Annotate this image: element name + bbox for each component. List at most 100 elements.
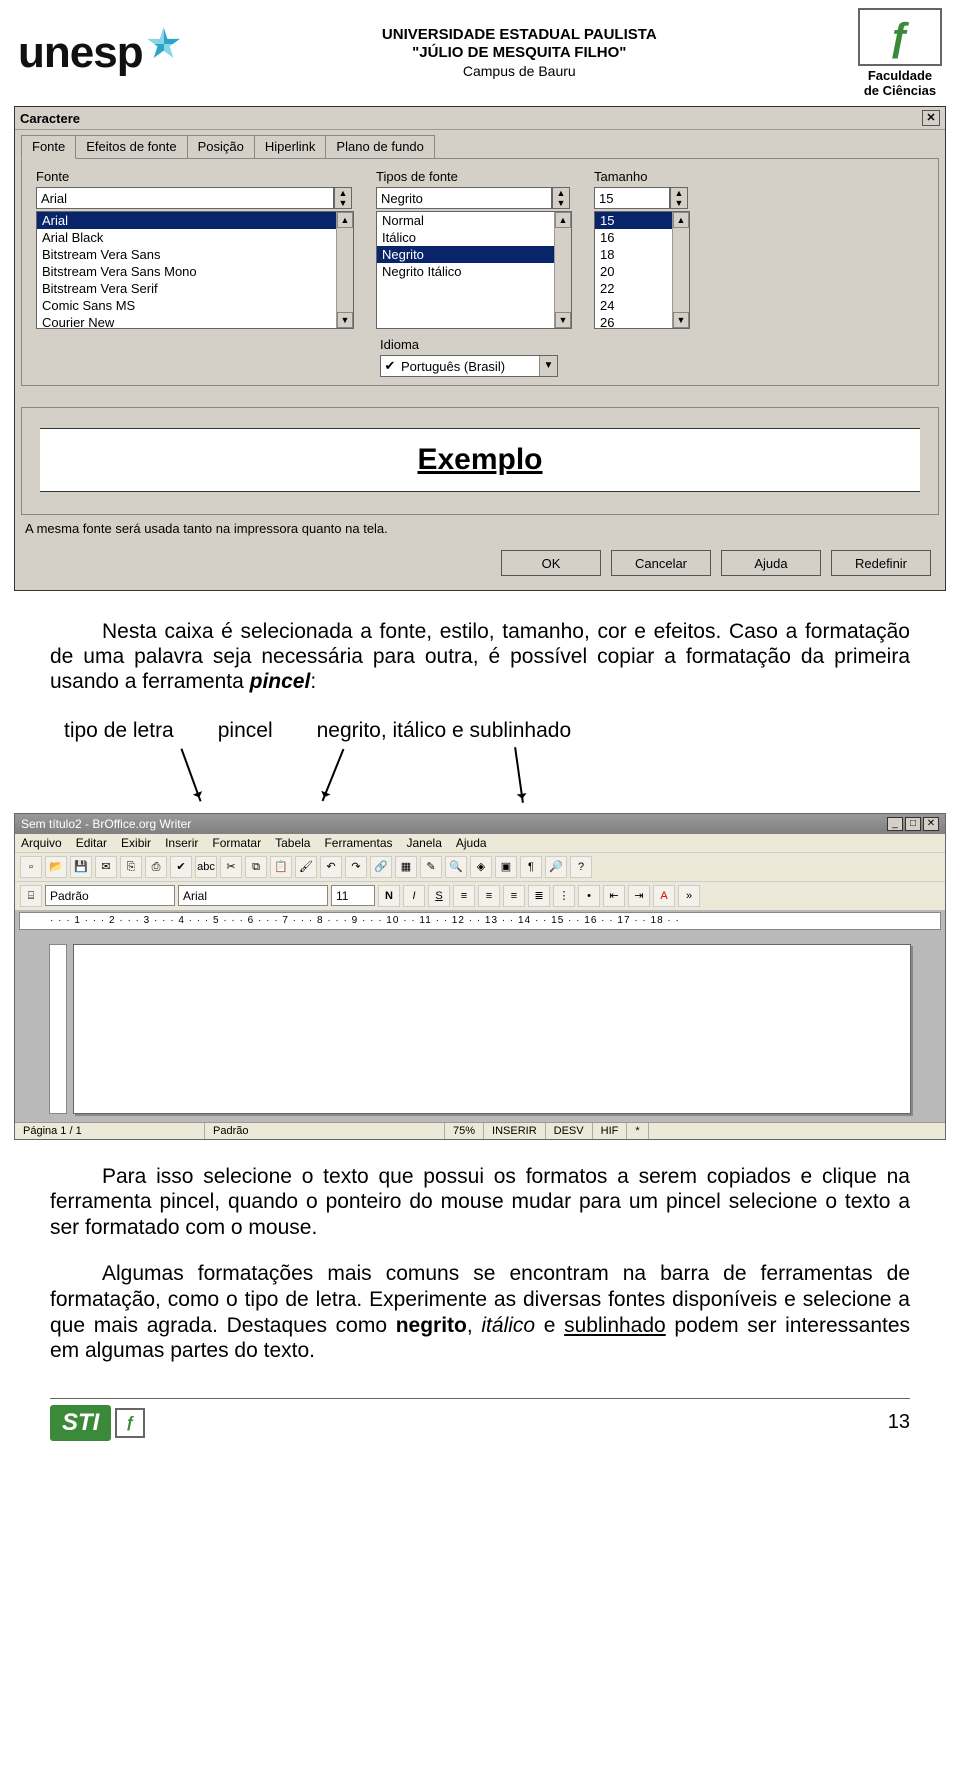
list-item[interactable]: Normal: [377, 212, 554, 229]
save-icon[interactable]: 💾: [70, 856, 92, 878]
align-justify-icon[interactable]: ≣: [528, 885, 550, 907]
menu-exibir[interactable]: Exibir: [121, 836, 151, 850]
format-paintbrush-icon[interactable]: 🖌: [295, 856, 317, 878]
ajuda-button[interactable]: Ajuda: [721, 550, 821, 576]
print-icon[interactable]: ⎙: [145, 856, 167, 878]
cancelar-button[interactable]: Cancelar: [611, 550, 711, 576]
page-canvas[interactable]: [73, 944, 911, 1114]
list-item[interactable]: 22: [595, 280, 672, 297]
scrollbar[interactable]: ▲▼: [672, 212, 689, 328]
copy-icon[interactable]: ⧉: [245, 856, 267, 878]
redefinir-button[interactable]: Redefinir: [831, 550, 931, 576]
hyperlink-icon[interactable]: 🔗: [370, 856, 392, 878]
tab-plano-fundo[interactable]: Plano de fundo: [325, 135, 434, 159]
auto-spellcheck-icon[interactable]: abc: [195, 856, 217, 878]
italic-button[interactable]: I: [403, 885, 425, 907]
help-icon[interactable]: ?: [570, 856, 592, 878]
bullets-icon[interactable]: •: [578, 885, 600, 907]
tab-hiperlink[interactable]: Hiperlink: [254, 135, 327, 159]
menu-formatar[interactable]: Formatar: [212, 836, 261, 850]
numbering-icon[interactable]: ⋮: [553, 885, 575, 907]
find-icon[interactable]: 🔍: [445, 856, 467, 878]
list-item[interactable]: Comic Sans MS: [37, 297, 336, 314]
fontsize-combo[interactable]: 11: [331, 885, 375, 906]
minimize-icon[interactable]: _: [887, 817, 903, 831]
tamanho-listbox[interactable]: 15 16 18 20 22 24 26 ▲▼: [594, 211, 690, 329]
menu-tabela[interactable]: Tabela: [275, 836, 310, 850]
spinner-icon[interactable]: ▲▼: [670, 187, 688, 209]
list-item[interactable]: 18: [595, 246, 672, 263]
list-item[interactable]: Bitstream Vera Sans: [37, 246, 336, 263]
zoom-icon[interactable]: 🔎: [545, 856, 567, 878]
show-draw-icon[interactable]: ✎: [420, 856, 442, 878]
tamanho-input[interactable]: [594, 187, 670, 209]
tipos-input[interactable]: [376, 187, 552, 209]
styles-icon[interactable]: ⌸: [20, 885, 42, 907]
tab-posicao[interactable]: Posição: [187, 135, 255, 159]
idioma-combo[interactable]: ✔ Português (Brasil) ▼: [380, 355, 558, 377]
list-item[interactable]: 16: [595, 229, 672, 246]
tab-efeitos[interactable]: Efeitos de fonte: [75, 135, 187, 159]
align-right-icon[interactable]: ≡: [503, 885, 525, 907]
horizontal-ruler[interactable]: · · · 1 · · · 2 · · · 3 · · · 4 · · · 5 …: [19, 912, 941, 930]
spinner-icon[interactable]: ▲▼: [552, 187, 570, 209]
align-left-icon[interactable]: ≡: [453, 885, 475, 907]
menu-ajuda[interactable]: Ajuda: [456, 836, 487, 850]
ok-button[interactable]: OK: [501, 550, 601, 576]
paste-icon[interactable]: 📋: [270, 856, 292, 878]
list-item[interactable]: Bitstream Vera Serif: [37, 280, 336, 297]
pdf-icon[interactable]: ⎘: [120, 856, 142, 878]
new-icon[interactable]: ▫: [20, 856, 42, 878]
redo-icon[interactable]: ↷: [345, 856, 367, 878]
fonte-input[interactable]: [36, 187, 334, 209]
spellcheck-icon[interactable]: ✔: [170, 856, 192, 878]
open-icon[interactable]: 📂: [45, 856, 67, 878]
close-icon[interactable]: ✕: [922, 110, 940, 126]
fontname-combo[interactable]: Arial: [178, 885, 328, 906]
nonprinting-icon[interactable]: ¶: [520, 856, 542, 878]
list-item[interactable]: Bitstream Vera Sans Mono: [37, 263, 336, 280]
list-item[interactable]: 26: [595, 314, 672, 329]
table-icon[interactable]: ▦: [395, 856, 417, 878]
vertical-ruler[interactable]: [49, 944, 67, 1114]
font-color-icon[interactable]: A: [653, 885, 675, 907]
cut-icon[interactable]: ✂: [220, 856, 242, 878]
para-style-combo[interactable]: Padrão: [45, 885, 175, 906]
status-insert[interactable]: INSERIR: [484, 1123, 546, 1139]
email-icon[interactable]: ✉: [95, 856, 117, 878]
list-item[interactable]: 15: [595, 212, 672, 229]
list-item[interactable]: Negrito: [377, 246, 554, 263]
tab-content: Fonte ▲▼ Arial Arial Black Bitstream Ver…: [21, 158, 939, 386]
list-item[interactable]: Courier New: [37, 314, 336, 329]
underline-button[interactable]: S: [428, 885, 450, 907]
fonte-listbox[interactable]: Arial Arial Black Bitstream Vera Sans Bi…: [36, 211, 354, 329]
list-item[interactable]: 20: [595, 263, 672, 280]
menu-arquivo[interactable]: Arquivo: [21, 836, 62, 850]
increase-indent-icon[interactable]: ⇥: [628, 885, 650, 907]
tipos-listbox[interactable]: Normal Itálico Negrito Negrito Itálico ▲…: [376, 211, 572, 329]
close-icon[interactable]: ✕: [923, 817, 939, 831]
status-zoom[interactable]: 75%: [445, 1123, 484, 1139]
menu-inserir[interactable]: Inserir: [165, 836, 198, 850]
list-item[interactable]: Arial: [37, 212, 336, 229]
more-icon[interactable]: »: [678, 885, 700, 907]
maximize-icon[interactable]: □: [905, 817, 921, 831]
list-item[interactable]: Itálico: [377, 229, 554, 246]
menu-janela[interactable]: Janela: [407, 836, 442, 850]
menu-ferramentas[interactable]: Ferramentas: [324, 836, 392, 850]
spinner-icon[interactable]: ▲▼: [334, 187, 352, 209]
align-center-icon[interactable]: ≡: [478, 885, 500, 907]
decrease-indent-icon[interactable]: ⇤: [603, 885, 625, 907]
scrollbar[interactable]: ▲▼: [336, 212, 353, 328]
list-item[interactable]: 24: [595, 297, 672, 314]
list-item[interactable]: Arial Black: [37, 229, 336, 246]
list-item[interactable]: Negrito Itálico: [377, 263, 554, 280]
tab-fonte[interactable]: Fonte: [21, 135, 76, 159]
navigator-icon[interactable]: ◈: [470, 856, 492, 878]
bold-button[interactable]: N: [378, 885, 400, 907]
gallery-icon[interactable]: ▣: [495, 856, 517, 878]
scrollbar[interactable]: ▲▼: [554, 212, 571, 328]
menu-editar[interactable]: Editar: [76, 836, 107, 850]
undo-icon[interactable]: ↶: [320, 856, 342, 878]
chevron-down-icon[interactable]: ▼: [539, 356, 557, 376]
